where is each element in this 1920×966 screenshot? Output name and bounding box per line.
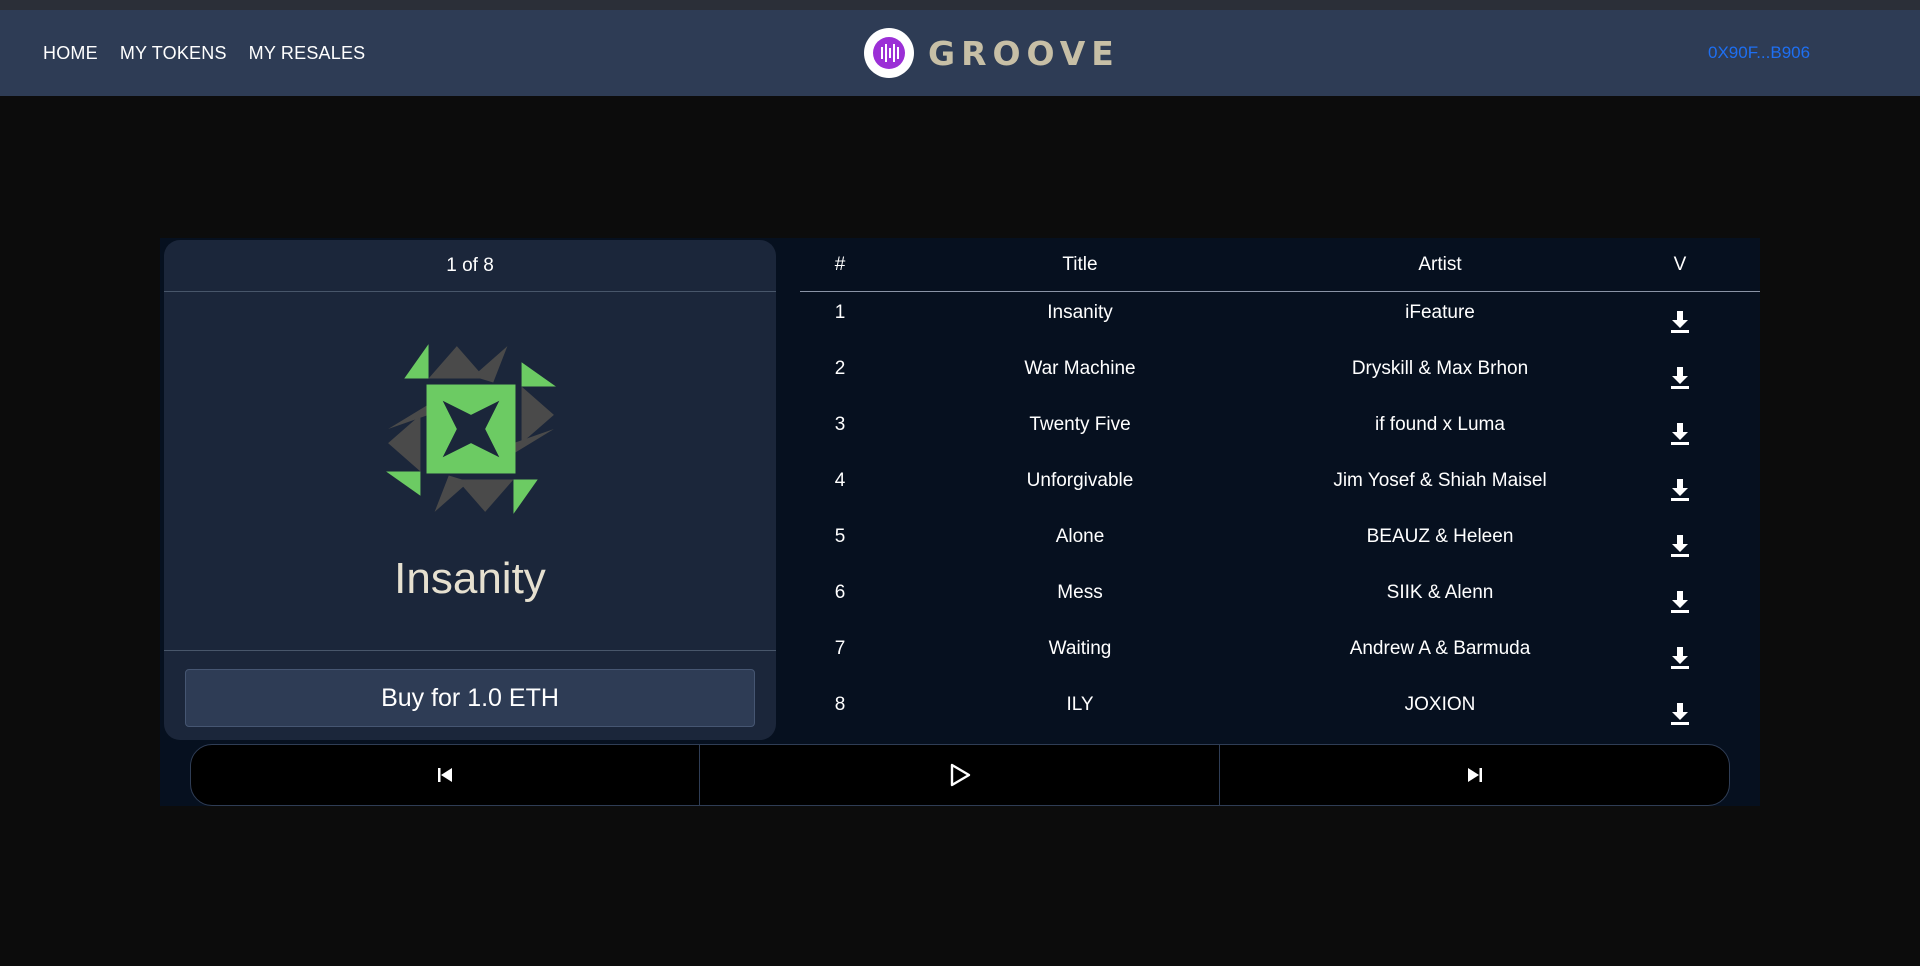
track-number: 6	[834, 582, 846, 603]
track-counter: 1 of 8	[164, 240, 776, 292]
track-rows: 1 Insanity iFeature 2 War Machine Dryskill & …	[800, 292, 1760, 740]
buy-button[interactable]: Buy for 1.0 ETH	[185, 669, 755, 727]
brand-name: GROOVE	[928, 33, 1120, 73]
previous-button[interactable]	[191, 745, 700, 805]
track-title: Insanity	[1047, 302, 1113, 323]
download-button[interactable]	[1600, 628, 1760, 670]
download-button[interactable]	[1600, 404, 1760, 446]
header-title: Title	[1062, 253, 1098, 275]
nav-home-link[interactable]: HOME	[43, 43, 98, 64]
track-row[interactable]: 5 Alone BEAUZ & Heleen	[800, 516, 1760, 572]
track-number: 5	[834, 526, 846, 547]
track-row[interactable]: 1 Insanity iFeature	[800, 292, 1760, 348]
track-artist: JOXION	[1404, 694, 1476, 715]
current-track-title: Insanity	[394, 554, 546, 603]
track-row[interactable]: 4 Unforgivable Jim Yosef & Shiah Maisel	[800, 460, 1760, 516]
track-title: ILY	[1066, 694, 1094, 715]
track-artist: Dryskill & Max Brhon	[1351, 358, 1529, 379]
download-icon[interactable]	[1669, 478, 1691, 502]
track-title: War Machine	[1024, 358, 1136, 379]
download-button[interactable]	[1600, 348, 1760, 390]
track-number: 7	[834, 638, 846, 659]
track-artist: iFeature	[1405, 302, 1475, 323]
header-artist: Artist	[1418, 253, 1462, 275]
download-icon[interactable]	[1669, 422, 1691, 446]
track-row[interactable]: 3 Twenty Five if found x Luma	[800, 404, 1760, 460]
download-icon[interactable]	[1669, 534, 1691, 558]
track-number: 1	[834, 302, 846, 323]
track-title: Unforgivable	[1026, 470, 1134, 491]
album-artwork	[380, 338, 562, 520]
track-row[interactable]: 2 War Machine Dryskill & Max Brhon	[800, 348, 1760, 404]
track-table-header: # Title Artist V	[800, 238, 1760, 292]
player-panel: 1 of 8 Insanity Buy for 1.0 ETH # Title …	[160, 238, 1760, 806]
track-artist: Jim Yosef & Shiah Maisel	[1333, 470, 1547, 491]
track-row[interactable]: 7 Waiting Andrew A & Barmuda	[800, 628, 1760, 684]
card-footer: Buy for 1.0 ETH	[164, 650, 776, 740]
track-artist: SIIK & Alenn	[1386, 582, 1494, 603]
track-title: Alone	[1055, 526, 1105, 547]
track-number: 8	[834, 694, 846, 715]
skip-previous-icon	[438, 768, 452, 782]
download-button[interactable]	[1600, 460, 1760, 502]
top-strip	[0, 0, 1920, 10]
track-title: Waiting	[1048, 638, 1112, 659]
nav-my-tokens-link[interactable]: MY TOKENS	[120, 43, 227, 64]
play-icon	[950, 763, 970, 787]
track-number: 2	[834, 358, 846, 379]
track-title: Mess	[1057, 582, 1103, 603]
track-row[interactable]: 8 ILY JOXION	[800, 684, 1760, 740]
brand[interactable]: GROOVE	[864, 28, 1120, 78]
playback-controls	[190, 744, 1730, 806]
header-v: V	[1673, 253, 1687, 275]
download-icon[interactable]	[1669, 310, 1691, 334]
download-icon[interactable]	[1669, 702, 1691, 726]
nav-my-resales-link[interactable]: MY RESALES	[249, 43, 366, 64]
download-button[interactable]	[1600, 292, 1760, 334]
now-playing-card: 1 of 8 Insanity Buy for 1.0 ETH	[164, 240, 776, 740]
nav-links: HOME MY TOKENS MY RESALES	[43, 10, 387, 96]
download-button[interactable]	[1600, 572, 1760, 614]
wallet-address-link[interactable]: 0X90F...B906	[1708, 10, 1810, 96]
header-number: #	[834, 253, 846, 275]
download-button[interactable]	[1600, 684, 1760, 726]
track-table: # Title Artist V 1 Insanity iFeature 2 War M…	[800, 238, 1760, 740]
download-button[interactable]	[1600, 516, 1760, 558]
download-icon[interactable]	[1669, 646, 1691, 670]
download-icon[interactable]	[1669, 590, 1691, 614]
track-artist: if found x Luma	[1375, 414, 1505, 435]
track-number: 4	[834, 470, 846, 491]
play-button[interactable]	[700, 745, 1220, 805]
download-icon[interactable]	[1669, 366, 1691, 390]
navbar: HOME MY TOKENS MY RESALES GROOVE 0X90F..…	[0, 10, 1920, 96]
sound-wave-logo-icon	[864, 28, 914, 78]
track-number: 3	[834, 414, 846, 435]
skip-next-icon	[1467, 768, 1482, 782]
track-artist: Andrew A & Barmuda	[1349, 638, 1531, 659]
track-artist: BEAUZ & Heleen	[1366, 526, 1514, 547]
next-button[interactable]	[1220, 745, 1729, 805]
track-row[interactable]: 6 Mess SIIK & Alenn	[800, 572, 1760, 628]
track-title: Twenty Five	[1029, 414, 1131, 435]
